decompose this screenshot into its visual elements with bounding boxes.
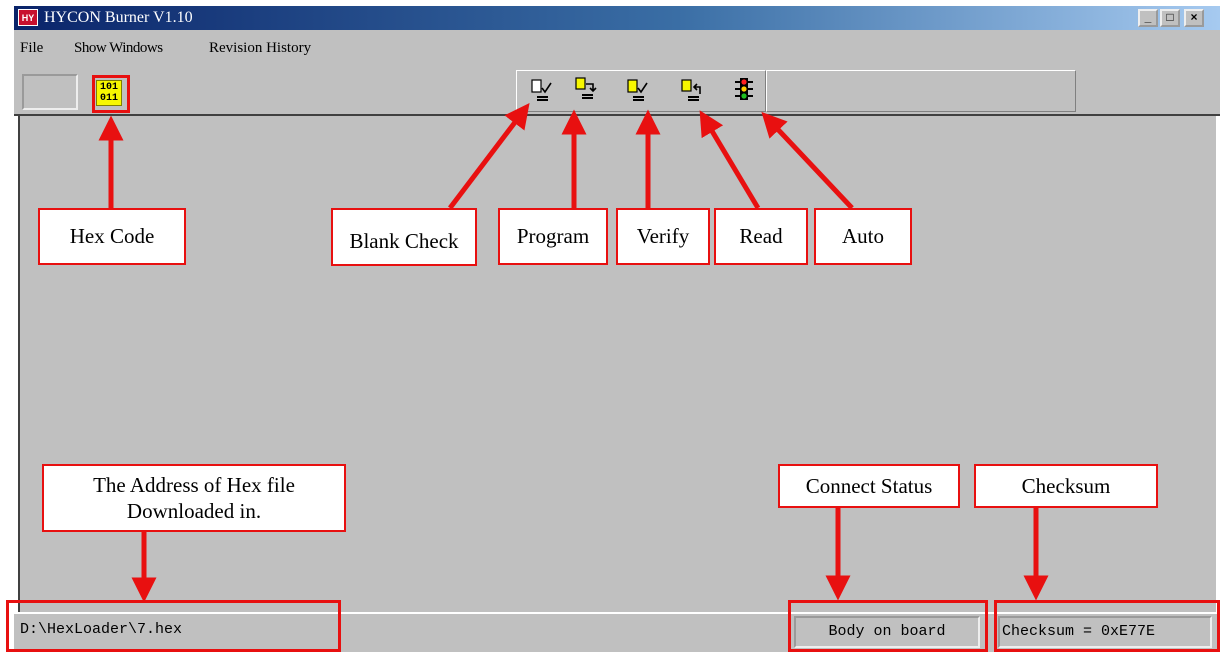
label-connect-status: Connect Status: [778, 464, 960, 508]
label-auto: Auto: [814, 208, 912, 265]
arrow-auto: [761, 111, 854, 210]
label-checksum: Checksum: [974, 464, 1158, 508]
label-hex-address-line1: The Address of Hex file: [93, 473, 295, 497]
arrow-blank-check: [448, 103, 530, 210]
label-read: Read: [714, 208, 808, 265]
annotation-arrows: [98, 103, 1049, 603]
label-hex-address-line2: Downloaded in.: [126, 499, 262, 523]
label-verify: Verify: [616, 208, 710, 265]
label-hex-code: Hex Code: [38, 208, 186, 265]
label-blank-check: Blank Check: [331, 208, 477, 266]
arrow-read: [699, 110, 761, 210]
label-hex-address: The Address of Hex file Downloaded in.: [42, 464, 346, 532]
label-program: Program: [498, 208, 608, 265]
